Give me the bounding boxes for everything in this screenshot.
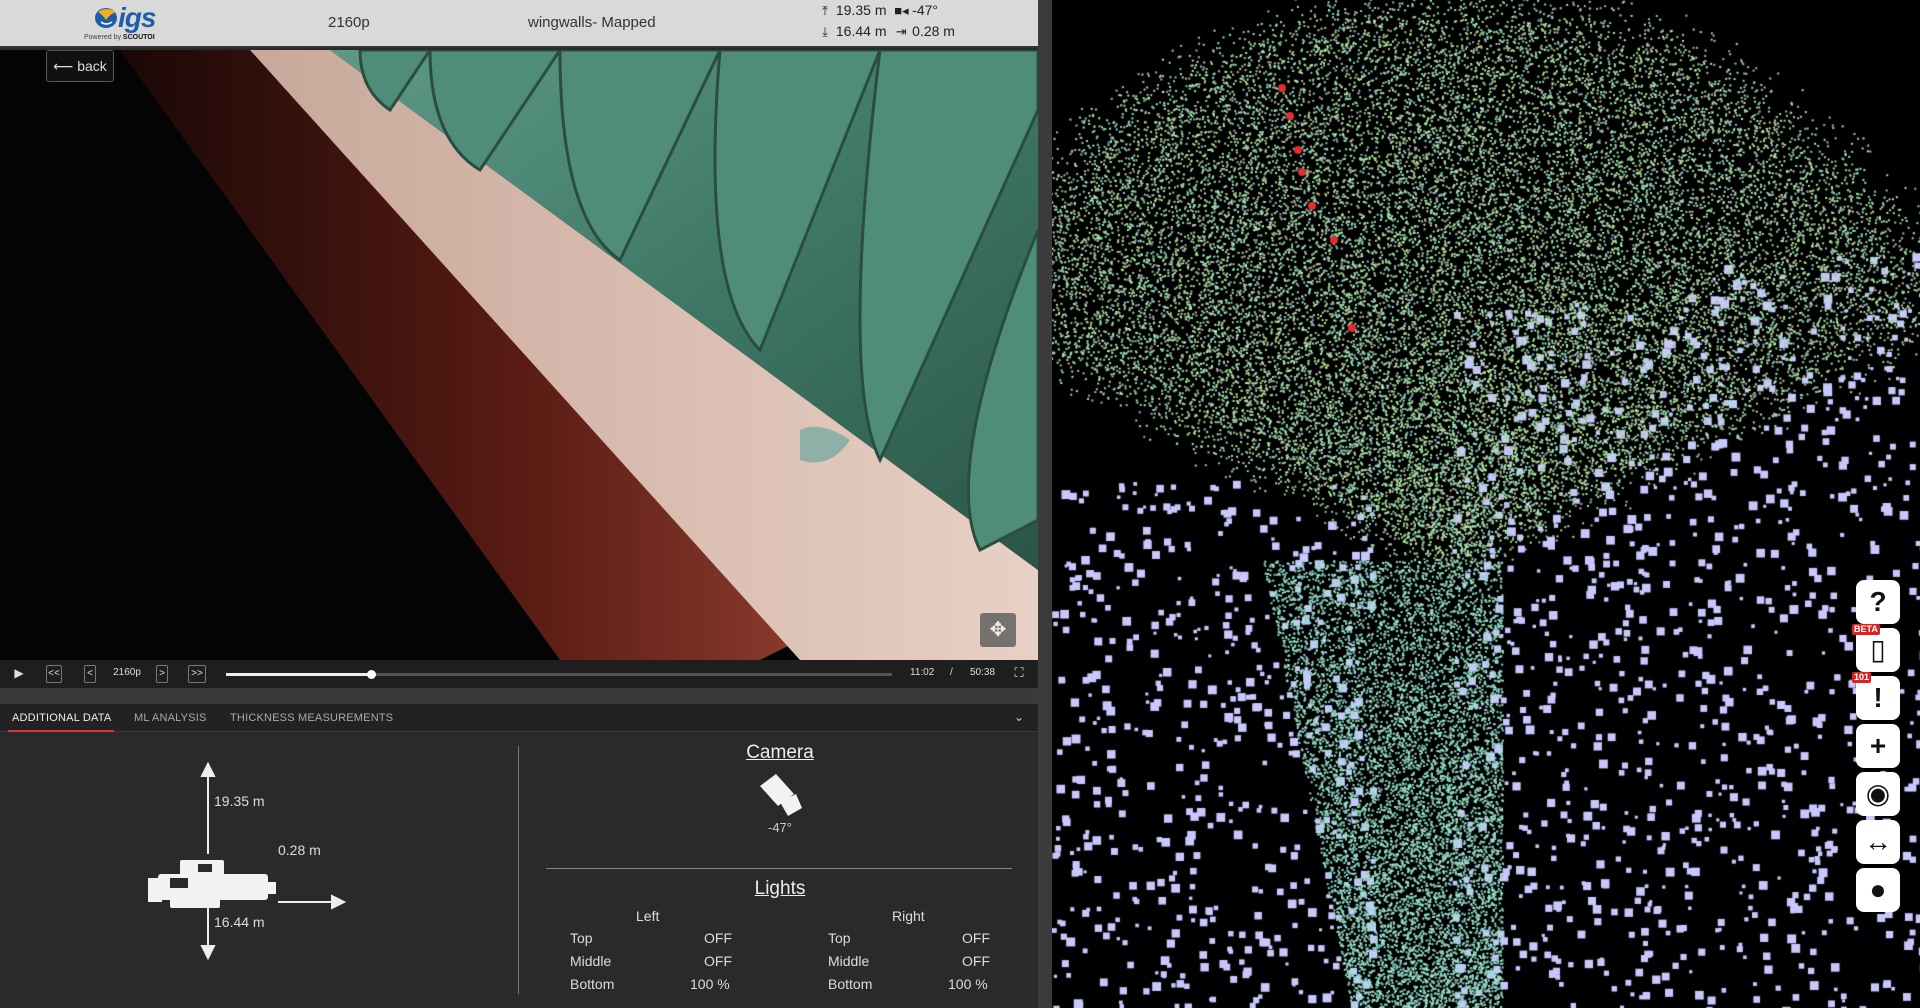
down-distance: 16.44 m bbox=[835, 23, 887, 39]
up-distance-label: 19.35 m bbox=[214, 793, 265, 809]
panel-divider bbox=[518, 746, 519, 994]
forward-button[interactable]: >> bbox=[188, 665, 206, 683]
camera-angle-value: -47° bbox=[768, 820, 792, 835]
light-right-top-label: Top bbox=[828, 930, 851, 946]
down-arrow-icon: ⤓ bbox=[822, 24, 828, 39]
igs-logo: igs Powered by SCOUTOI bbox=[84, 2, 174, 42]
back-button[interactable]: ⟵ back bbox=[46, 50, 114, 82]
light-right-middle-label: Middle bbox=[828, 953, 870, 969]
add-icon[interactable]: + bbox=[1856, 724, 1900, 768]
help-icon[interactable]: ? bbox=[1856, 580, 1900, 624]
toggle-icon[interactable]: ● bbox=[1856, 868, 1900, 912]
camera-angle: -47° bbox=[912, 2, 938, 18]
lights-left-header: Left bbox=[636, 908, 660, 924]
map-icon[interactable]: BETA ▯ bbox=[1852, 624, 1900, 672]
camera-orientation-icon bbox=[760, 774, 802, 816]
measure-icon[interactable]: ↔ bbox=[1856, 820, 1900, 864]
side-distance-label: 0.28 m bbox=[278, 842, 321, 858]
point-cloud-canvas[interactable] bbox=[1052, 0, 1920, 1008]
up-arrow-icon: ⤒ bbox=[822, 3, 828, 18]
robot-diagram bbox=[148, 762, 347, 961]
back-arrow-icon: ⟵ bbox=[53, 58, 74, 74]
top-bar: igs Powered by SCOUTOI 2160p wingwalls- … bbox=[0, 0, 1038, 48]
tab-ml-analysis[interactable]: ML ANALYSIS bbox=[134, 712, 207, 724]
tab-thickness-measurements[interactable]: THICKNESS MEASUREMENTS bbox=[230, 712, 393, 724]
playback-controls: ▶ << < 2160p > >> 11:02 / 50:38 ⛶ bbox=[0, 660, 1038, 688]
separator-bar bbox=[0, 688, 1038, 704]
progress-knob[interactable] bbox=[366, 670, 376, 679]
video-image bbox=[0, 50, 1038, 660]
camera-lights-divider bbox=[546, 868, 1012, 869]
chevron-down-icon[interactable]: ⌄ bbox=[1014, 710, 1024, 724]
fullscreen-icon[interactable]: ⛶ bbox=[1012, 665, 1026, 683]
play-icon[interactable]: ▶ bbox=[12, 665, 26, 683]
light-left-bottom-value: 100 % bbox=[690, 976, 730, 992]
video-panel: igs Powered by SCOUTOI 2160p wingwalls- … bbox=[0, 0, 1038, 1008]
total-time: 50:38 bbox=[970, 667, 996, 678]
position-stats: ⤒ 19.35 m ■◂ -47° ⤓ 16.44 m ⇥ 0.28 m bbox=[818, 0, 955, 42]
next-frame-button[interactable]: > bbox=[156, 665, 168, 683]
alert-icon[interactable]: 101! bbox=[1852, 672, 1900, 720]
point-cloud-viewer[interactable] bbox=[1052, 0, 1920, 1008]
resolution-label: 2160p bbox=[328, 14, 370, 31]
light-right-top-value: OFF bbox=[962, 930, 990, 946]
light-left-top-label: Top bbox=[570, 930, 593, 946]
side-arrow-icon: ⇥ bbox=[895, 24, 907, 39]
tab-additional-data[interactable]: ADDITIONAL DATA bbox=[12, 712, 111, 724]
light-left-middle-value: OFF bbox=[704, 953, 732, 969]
alert-count-badge: 101 bbox=[1852, 672, 1872, 683]
light-right-bottom-label: Bottom bbox=[828, 976, 873, 992]
resolution-button[interactable]: 2160p bbox=[110, 665, 144, 683]
logo-subtitle: Powered by SCOUTOI bbox=[84, 34, 155, 41]
mission-title: wingwalls- Mapped bbox=[528, 14, 656, 31]
light-right-bottom-value: 100 % bbox=[948, 976, 988, 992]
rewind-button[interactable]: << bbox=[46, 665, 62, 683]
time-separator: / bbox=[950, 667, 953, 678]
move-icon[interactable]: ✥ bbox=[980, 613, 1016, 647]
up-distance: 19.35 m bbox=[835, 2, 887, 18]
progress-bar[interactable] bbox=[226, 670, 892, 679]
eye-icon[interactable]: ◉ bbox=[1856, 772, 1900, 816]
additional-data-panel: 19.35 m 0.28 m 16.44 m Camera -47° Light… bbox=[0, 732, 1038, 1008]
prev-frame-button[interactable]: < bbox=[84, 665, 96, 683]
light-left-bottom-label: Bottom bbox=[570, 976, 615, 992]
logo-text: igs bbox=[118, 2, 156, 33]
pane-splitter[interactable] bbox=[1038, 0, 1052, 1008]
lights-right-header: Right bbox=[892, 908, 925, 924]
down-distance-label: 16.44 m bbox=[214, 914, 265, 930]
progress-fill bbox=[226, 673, 371, 676]
side-distance: 0.28 m bbox=[912, 23, 955, 39]
light-left-top-value: OFF bbox=[704, 930, 732, 946]
video-frame[interactable] bbox=[0, 50, 1038, 660]
camera-title: Camera bbox=[746, 742, 814, 763]
current-time: 11:02 bbox=[910, 667, 935, 678]
light-left-middle-label: Middle bbox=[570, 953, 612, 969]
data-tabs: ADDITIONAL DATA ML ANALYSIS THICKNESS ME… bbox=[0, 704, 1038, 732]
lights-title: Lights bbox=[754, 878, 806, 899]
light-right-middle-value: OFF bbox=[962, 953, 990, 969]
point-cloud-toolbar: ? BETA ▯ 101! + ◉ ↔ ● bbox=[1852, 580, 1904, 916]
camera-icon: ■◂ bbox=[894, 3, 909, 18]
beta-badge: BETA bbox=[1852, 624, 1880, 635]
